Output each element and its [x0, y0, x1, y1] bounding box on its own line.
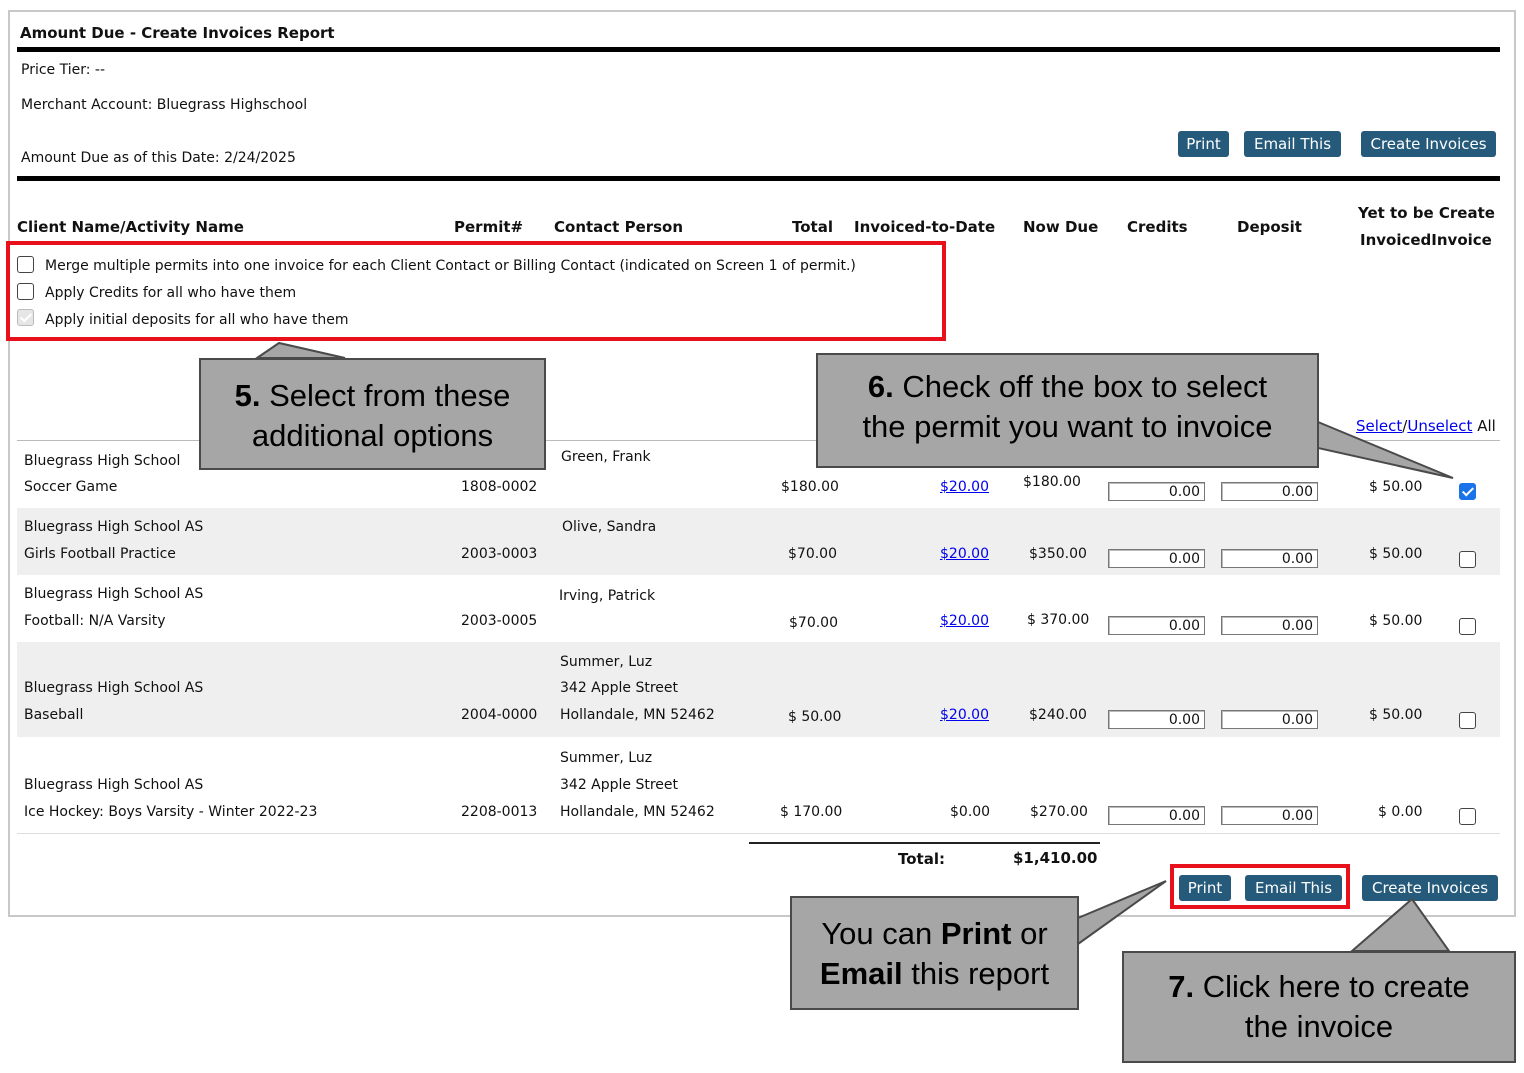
callout-5-line2: additional options: [251, 418, 494, 453]
callout-5-number: 5.: [234, 378, 261, 413]
callout-email-bold: Email: [819, 956, 903, 991]
callout-step-7: 7. Click here to create the invoice: [1122, 951, 1516, 1063]
callout-print-post: this report: [902, 956, 1050, 991]
callout-pointers: [253, 341, 1454, 952]
callout-print-pre: You can: [821, 916, 941, 951]
callout-6-number: 6.: [867, 369, 894, 404]
callout-7-number: 7.: [1168, 969, 1195, 1004]
callout-5-line1: Select from these: [269, 378, 511, 413]
callout-print-bold: Print: [940, 916, 1012, 951]
callout-6-line2: the permit you want to invoice: [862, 409, 1273, 444]
callout-step-6: 6. Check off the box to select the permi…: [816, 353, 1319, 468]
callout-print-email: You can Print or Email this report: [790, 896, 1079, 1010]
callout-print-mid: or: [1011, 916, 1048, 951]
callout-step-5: 5. Select from these additional options: [199, 358, 546, 470]
callout-6-line1: Check off the box to select: [902, 369, 1268, 404]
callout-7-line1: Click here to create: [1202, 969, 1470, 1004]
callout-7-line2: the invoice: [1244, 1009, 1394, 1044]
